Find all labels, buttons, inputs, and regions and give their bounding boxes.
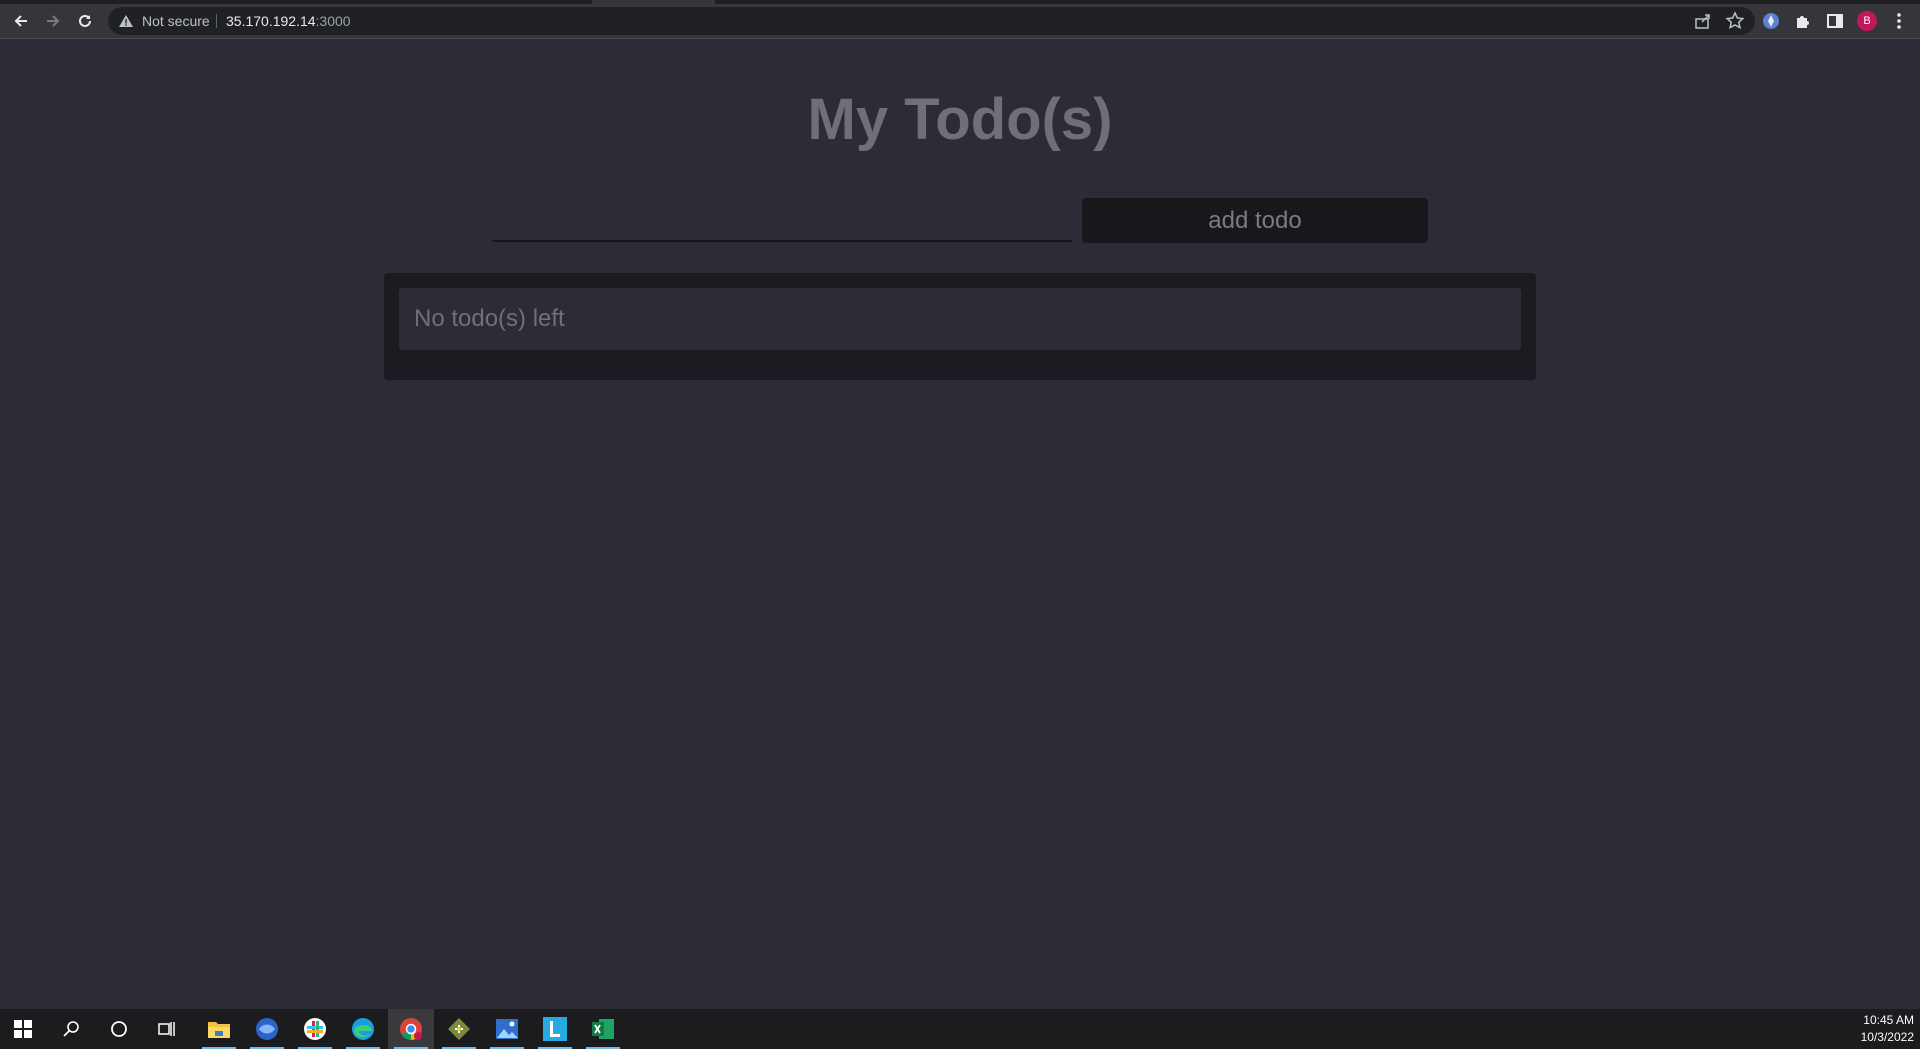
windows-start-icon xyxy=(14,1020,32,1038)
slack-taskbar-item[interactable] xyxy=(292,1009,338,1049)
back-arrow-icon xyxy=(14,15,27,27)
lens-l-icon xyxy=(543,1017,567,1041)
page-title: My Todo(s) xyxy=(807,87,1113,152)
extension-globe-icon xyxy=(1763,13,1779,29)
system-clock[interactable]: 10:45 AM 10/3/2022 xyxy=(1861,1012,1914,1046)
toolbar-right-icons: B xyxy=(1758,8,1912,34)
search-button[interactable] xyxy=(48,1009,94,1049)
reload-icon xyxy=(79,14,91,27)
security-label[interactable]: Not secure xyxy=(142,7,210,35)
clock-time: 10:45 AM xyxy=(1863,1013,1914,1027)
omnibox-actions xyxy=(1693,11,1745,31)
photos-taskbar-item[interactable] xyxy=(484,1009,530,1049)
url-host: 35.170.192.14 xyxy=(226,13,316,29)
omnibox-divider xyxy=(216,14,217,28)
chrome-icon xyxy=(400,1018,422,1040)
browser-menu-button[interactable] xyxy=(1886,8,1912,34)
side-panel-button[interactable] xyxy=(1822,8,1848,34)
taskbar: 10:45 AM 10/3/2022 xyxy=(0,1009,1920,1049)
todo-list: No todo(s) left xyxy=(384,273,1536,380)
file-explorer-taskbar-item[interactable] xyxy=(196,1009,242,1049)
excel-taskbar-item[interactable] xyxy=(580,1009,626,1049)
task-view-icon xyxy=(158,1022,175,1036)
back-button[interactable] xyxy=(8,8,34,34)
forward-button[interactable] xyxy=(40,8,66,34)
cortana-icon xyxy=(111,1021,127,1037)
app-taskbar-item[interactable] xyxy=(244,1009,290,1049)
cortana-button[interactable] xyxy=(96,1009,142,1049)
empty-state-message: No todo(s) left xyxy=(399,288,1521,350)
chrome-taskbar-item[interactable] xyxy=(388,1009,434,1049)
puzzle-icon xyxy=(1797,16,1809,28)
profile-button[interactable]: B xyxy=(1854,8,1880,34)
share-icon[interactable] xyxy=(1693,11,1713,31)
git-taskbar-item[interactable] xyxy=(436,1009,482,1049)
warning-icon[interactable] xyxy=(118,13,134,29)
edge-taskbar-item[interactable] xyxy=(340,1009,386,1049)
lens-taskbar-item[interactable] xyxy=(532,1009,578,1049)
url-port: :3000 xyxy=(315,13,351,29)
url-text[interactable]: 35.170.192.14:3000 xyxy=(226,7,351,35)
forward-arrow-icon xyxy=(47,15,60,27)
avatar: B xyxy=(1857,11,1877,31)
photos-icon xyxy=(496,1019,518,1039)
start-button[interactable] xyxy=(0,1009,46,1049)
edge-icon xyxy=(352,1018,374,1040)
extensions-button[interactable] xyxy=(1790,8,1816,34)
add-todo-button[interactable]: add todo xyxy=(1082,198,1428,243)
app-globe-icon xyxy=(256,1018,278,1040)
extension-button[interactable] xyxy=(1758,8,1784,34)
reload-button[interactable] xyxy=(72,8,98,34)
git-icon xyxy=(448,1018,470,1040)
file-explorer-icon xyxy=(208,1022,230,1038)
search-icon xyxy=(63,1021,79,1037)
bookmark-star-icon[interactable] xyxy=(1725,11,1745,31)
address-bar[interactable]: Not secure 35.170.192.14:3000 xyxy=(108,7,1755,35)
slack-icon xyxy=(304,1018,326,1040)
todo-input[interactable] xyxy=(492,198,1072,242)
task-view-button[interactable] xyxy=(144,1009,190,1049)
browser-toolbar: Not secure 35.170.192.14:3000 B xyxy=(0,4,1920,39)
excel-icon xyxy=(592,1019,614,1039)
clock-date: 10/3/2022 xyxy=(1860,1030,1914,1044)
kebab-menu-icon xyxy=(1897,13,1901,29)
side-panel-icon xyxy=(1827,14,1843,28)
